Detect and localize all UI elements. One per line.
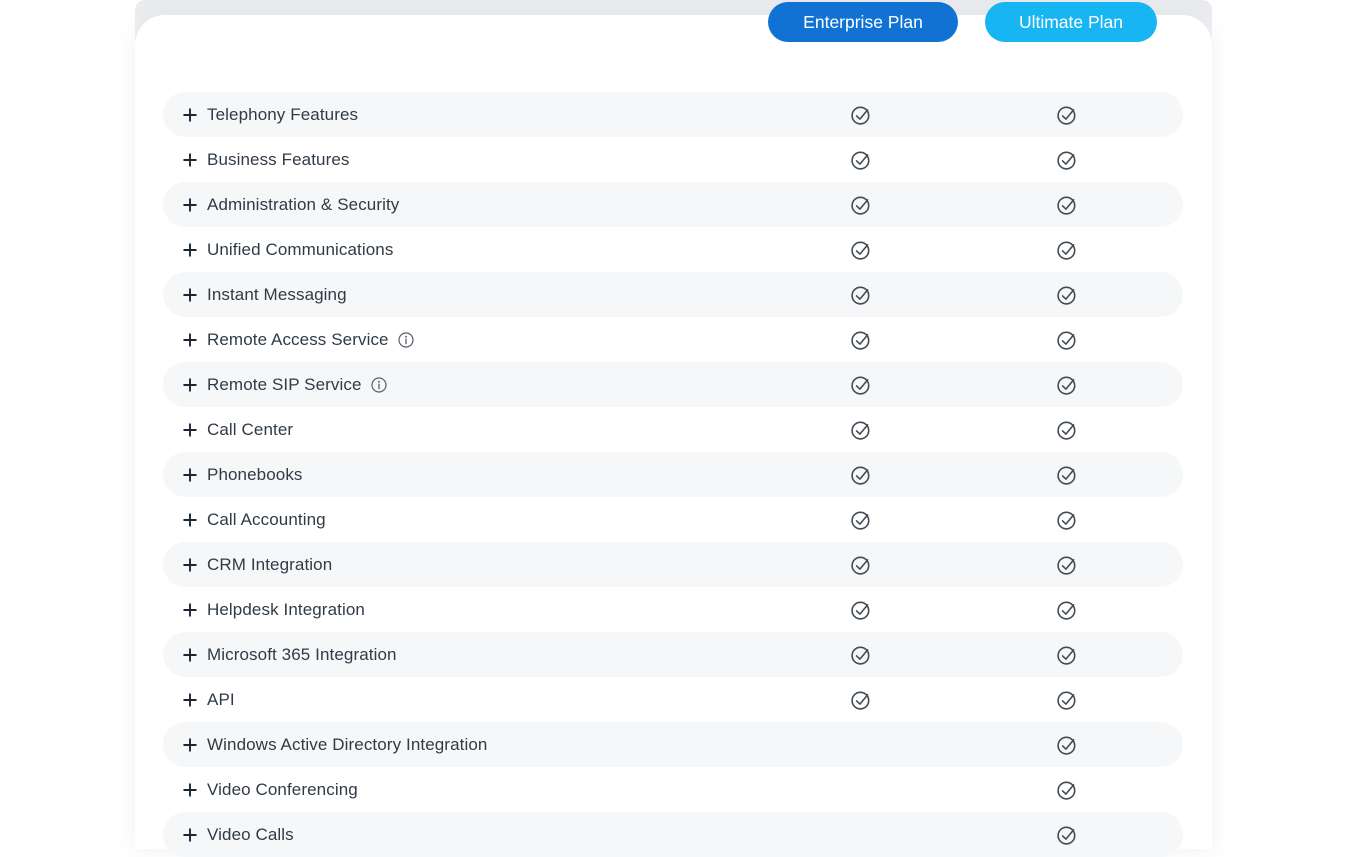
ultimate-included-check-icon <box>1056 824 1078 846</box>
expand-plus-icon[interactable] <box>183 153 197 167</box>
ultimate-included-check-icon <box>1056 239 1078 261</box>
feature-label: Remote SIP Service <box>207 375 362 395</box>
feature-label: Call Center <box>207 420 293 440</box>
feature-row[interactable]: Unified Communications <box>163 227 1183 272</box>
feature-row[interactable]: Telephony Features <box>163 92 1183 137</box>
ultimate-included-check-icon <box>1056 599 1078 621</box>
enterprise-included-check-icon <box>850 689 872 711</box>
expand-plus-icon[interactable] <box>183 198 197 212</box>
ultimate-included-check-icon <box>1056 779 1078 801</box>
feature-row[interactable]: Video Conferencing <box>163 767 1183 812</box>
info-icon[interactable] <box>398 332 414 348</box>
feature-row[interactable]: Remote Access Service <box>163 317 1183 362</box>
feature-label: Call Accounting <box>207 510 326 530</box>
feature-row[interactable]: Microsoft 365 Integration <box>163 632 1183 677</box>
expand-plus-icon[interactable] <box>183 333 197 347</box>
feature-row[interactable]: Phonebooks <box>163 452 1183 497</box>
ultimate-included-check-icon <box>1056 734 1078 756</box>
feature-comparison-table: Telephony Features Business Features <box>163 92 1183 857</box>
expand-plus-icon[interactable] <box>183 558 197 572</box>
expand-plus-icon[interactable] <box>183 468 197 482</box>
ultimate-included-check-icon <box>1056 194 1078 216</box>
expand-plus-icon[interactable] <box>183 738 197 752</box>
feature-row[interactable]: Remote SIP Service <box>163 362 1183 407</box>
feature-label: Remote Access Service <box>207 330 389 350</box>
enterprise-included-check-icon <box>850 239 872 261</box>
feature-row[interactable]: Windows Active Directory Integration <box>163 722 1183 767</box>
enterprise-included-check-icon <box>850 194 872 216</box>
feature-label: Instant Messaging <box>207 285 347 305</box>
enterprise-plan-button[interactable]: Enterprise Plan <box>768 2 958 42</box>
feature-label: Phonebooks <box>207 465 303 485</box>
feature-row[interactable]: Instant Messaging <box>163 272 1183 317</box>
feature-row[interactable]: Call Accounting <box>163 497 1183 542</box>
feature-row[interactable]: Call Center <box>163 407 1183 452</box>
expand-plus-icon[interactable] <box>183 288 197 302</box>
feature-label: Windows Active Directory Integration <box>207 735 487 755</box>
feature-label: Business Features <box>207 150 350 170</box>
expand-plus-icon[interactable] <box>183 243 197 257</box>
enterprise-included-check-icon <box>850 554 872 576</box>
expand-plus-icon[interactable] <box>183 513 197 527</box>
enterprise-included-check-icon <box>850 104 872 126</box>
feature-label: Video Conferencing <box>207 780 358 800</box>
feature-row[interactable]: Helpdesk Integration <box>163 587 1183 632</box>
expand-plus-icon[interactable] <box>183 648 197 662</box>
feature-label: CRM Integration <box>207 555 332 575</box>
enterprise-included-check-icon <box>850 419 872 441</box>
feature-row[interactable]: Administration & Security <box>163 182 1183 227</box>
feature-label: API <box>207 690 235 710</box>
ultimate-included-check-icon <box>1056 509 1078 531</box>
expand-plus-icon[interactable] <box>183 378 197 392</box>
ultimate-included-check-icon <box>1056 419 1078 441</box>
expand-plus-icon[interactable] <box>183 603 197 617</box>
ultimate-included-check-icon <box>1056 104 1078 126</box>
expand-plus-icon[interactable] <box>183 783 197 797</box>
feature-row[interactable]: CRM Integration <box>163 542 1183 587</box>
ultimate-included-check-icon <box>1056 149 1078 171</box>
feature-label: Helpdesk Integration <box>207 600 365 620</box>
ultimate-plan-button[interactable]: Ultimate Plan <box>985 2 1157 42</box>
enterprise-included-check-icon <box>850 644 872 666</box>
ultimate-included-check-icon <box>1056 464 1078 486</box>
expand-plus-icon[interactable] <box>183 423 197 437</box>
enterprise-included-check-icon <box>850 599 872 621</box>
enterprise-included-check-icon <box>850 284 872 306</box>
ultimate-included-check-icon <box>1056 644 1078 666</box>
feature-row[interactable]: Business Features <box>163 137 1183 182</box>
info-icon[interactable] <box>371 377 387 393</box>
enterprise-included-check-icon <box>850 464 872 486</box>
ultimate-included-check-icon <box>1056 284 1078 306</box>
ultimate-included-check-icon <box>1056 329 1078 351</box>
feature-row[interactable]: Video Calls <box>163 812 1183 857</box>
enterprise-included-check-icon <box>850 374 872 396</box>
enterprise-included-check-icon <box>850 509 872 531</box>
ultimate-included-check-icon <box>1056 554 1078 576</box>
feature-label: Microsoft 365 Integration <box>207 645 397 665</box>
ultimate-included-check-icon <box>1056 689 1078 711</box>
feature-label: Unified Communications <box>207 240 393 260</box>
feature-label: Administration & Security <box>207 195 399 215</box>
expand-plus-icon[interactable] <box>183 828 197 842</box>
feature-label: Video Calls <box>207 825 294 845</box>
enterprise-included-check-icon <box>850 149 872 171</box>
ultimate-included-check-icon <box>1056 374 1078 396</box>
enterprise-included-check-icon <box>850 329 872 351</box>
feature-label: Telephony Features <box>207 105 358 125</box>
expand-plus-icon[interactable] <box>183 693 197 707</box>
expand-plus-icon[interactable] <box>183 108 197 122</box>
feature-row[interactable]: API <box>163 677 1183 722</box>
